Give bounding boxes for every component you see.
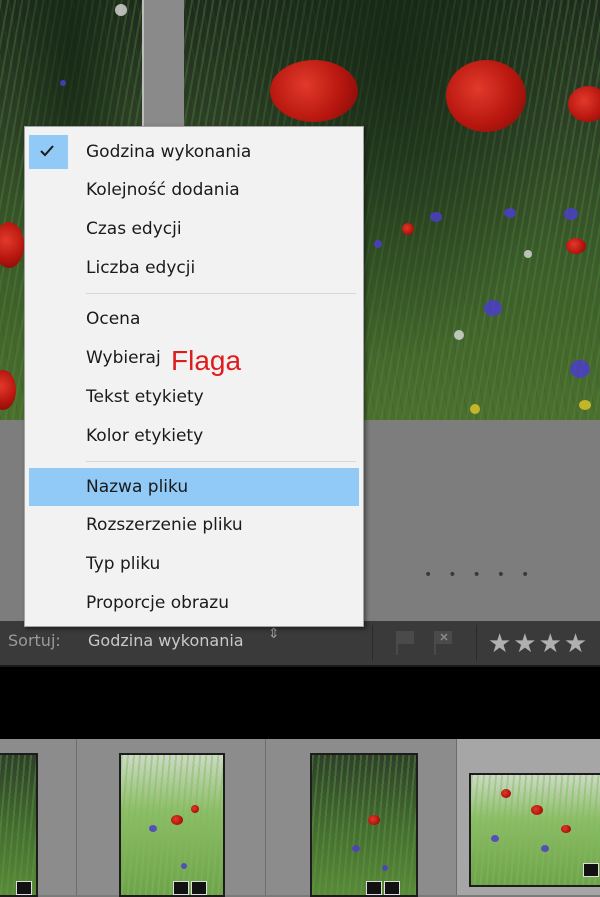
thumbnail-badge-icon — [173, 881, 189, 895]
filmstrip-cell[interactable] — [77, 739, 266, 897]
thumbnail[interactable] — [310, 753, 418, 897]
flag-pick-icon[interactable] — [394, 629, 416, 657]
menu-separator — [86, 461, 356, 462]
sort-label: Sortuj: — [8, 631, 61, 650]
sort-dropdown[interactable]: Godzina wykonania — [88, 631, 244, 650]
menu-item-label: Ocena — [86, 309, 141, 329]
menu-item-proporcje-obrazu[interactable]: Proporcje obrazu — [29, 584, 359, 622]
thumbnail[interactable] — [0, 753, 38, 897]
menu-item-ocena[interactable]: Ocena — [29, 300, 359, 338]
menu-item-label: Kolejność dodania — [86, 180, 240, 200]
menu-item-label: Kolor etykiety — [86, 426, 204, 446]
annotation-flaga: Flaga — [171, 345, 242, 376]
library-toolbar: Sortuj: Godzina wykonania ⇕ ★★★★ — [0, 621, 600, 665]
menu-item-label: Proporcje obrazu — [86, 593, 230, 613]
menu-item-nazwa-pliku[interactable]: Nazwa pliku — [29, 468, 359, 506]
sort-direction-icon[interactable]: ⇕ — [268, 627, 280, 641]
toolbar-divider — [476, 625, 477, 661]
menu-item-label: Rozszerzenie pliku — [86, 515, 243, 535]
menu-item-label: Liczba edycji — [86, 258, 196, 278]
thumbnail-badge-icon — [191, 881, 207, 895]
menu-item-label: Typ pliku — [86, 554, 161, 574]
menu-item-typ-pliku[interactable]: Typ pliku — [29, 545, 359, 583]
menu-item-tekst-etykiety[interactable]: Tekst etykiety — [29, 378, 359, 416]
sort-context-menu: Godzina wykonania Kolejność dodania Czas… — [24, 126, 364, 627]
menu-item-rozszerzenie-pliku[interactable]: Rozszerzenie pliku — [29, 506, 359, 544]
thumbnail-badge-icon — [16, 881, 32, 895]
menu-item-kolor-etykiety[interactable]: Kolor etykiety — [29, 417, 359, 455]
filmstrip-cell-selected[interactable] — [457, 739, 600, 895]
thumbnail-badge-icon — [583, 863, 599, 877]
menu-item-liczba-edycji[interactable]: Liczba edycji — [29, 249, 359, 287]
menu-item-kolejnosc-dodania[interactable]: Kolejność dodania — [29, 171, 359, 209]
checkmark-icon — [29, 135, 68, 169]
filmstrip-header — [0, 665, 600, 741]
flag-reject-icon[interactable] — [432, 629, 454, 657]
thumbnail-badge-icon — [366, 881, 382, 895]
filmstrip — [0, 739, 600, 897]
menu-item-label: Czas edycji — [86, 219, 182, 239]
menu-item-label: Nazwa pliku — [86, 477, 189, 497]
menu-item-godzina-wykonania[interactable]: Godzina wykonania — [29, 133, 359, 171]
menu-item-czas-edycji[interactable]: Czas edycji — [29, 210, 359, 248]
menu-item-label: Godzina wykonania — [86, 142, 252, 162]
thumbnail[interactable] — [119, 753, 225, 897]
filmstrip-cell[interactable] — [0, 739, 77, 897]
scroll-dots: ••••• — [424, 567, 546, 583]
menu-item-label: Tekst etykiety — [86, 387, 204, 407]
thumbnail[interactable] — [469, 773, 600, 887]
rating-stars[interactable]: ★★★★ — [488, 629, 589, 659]
menu-item-label: Wybieraj — [86, 348, 161, 368]
thumbnail-badge-icon — [384, 881, 400, 895]
menu-separator — [86, 293, 356, 294]
filmstrip-cell[interactable] — [266, 739, 457, 897]
toolbar-divider — [372, 625, 373, 661]
